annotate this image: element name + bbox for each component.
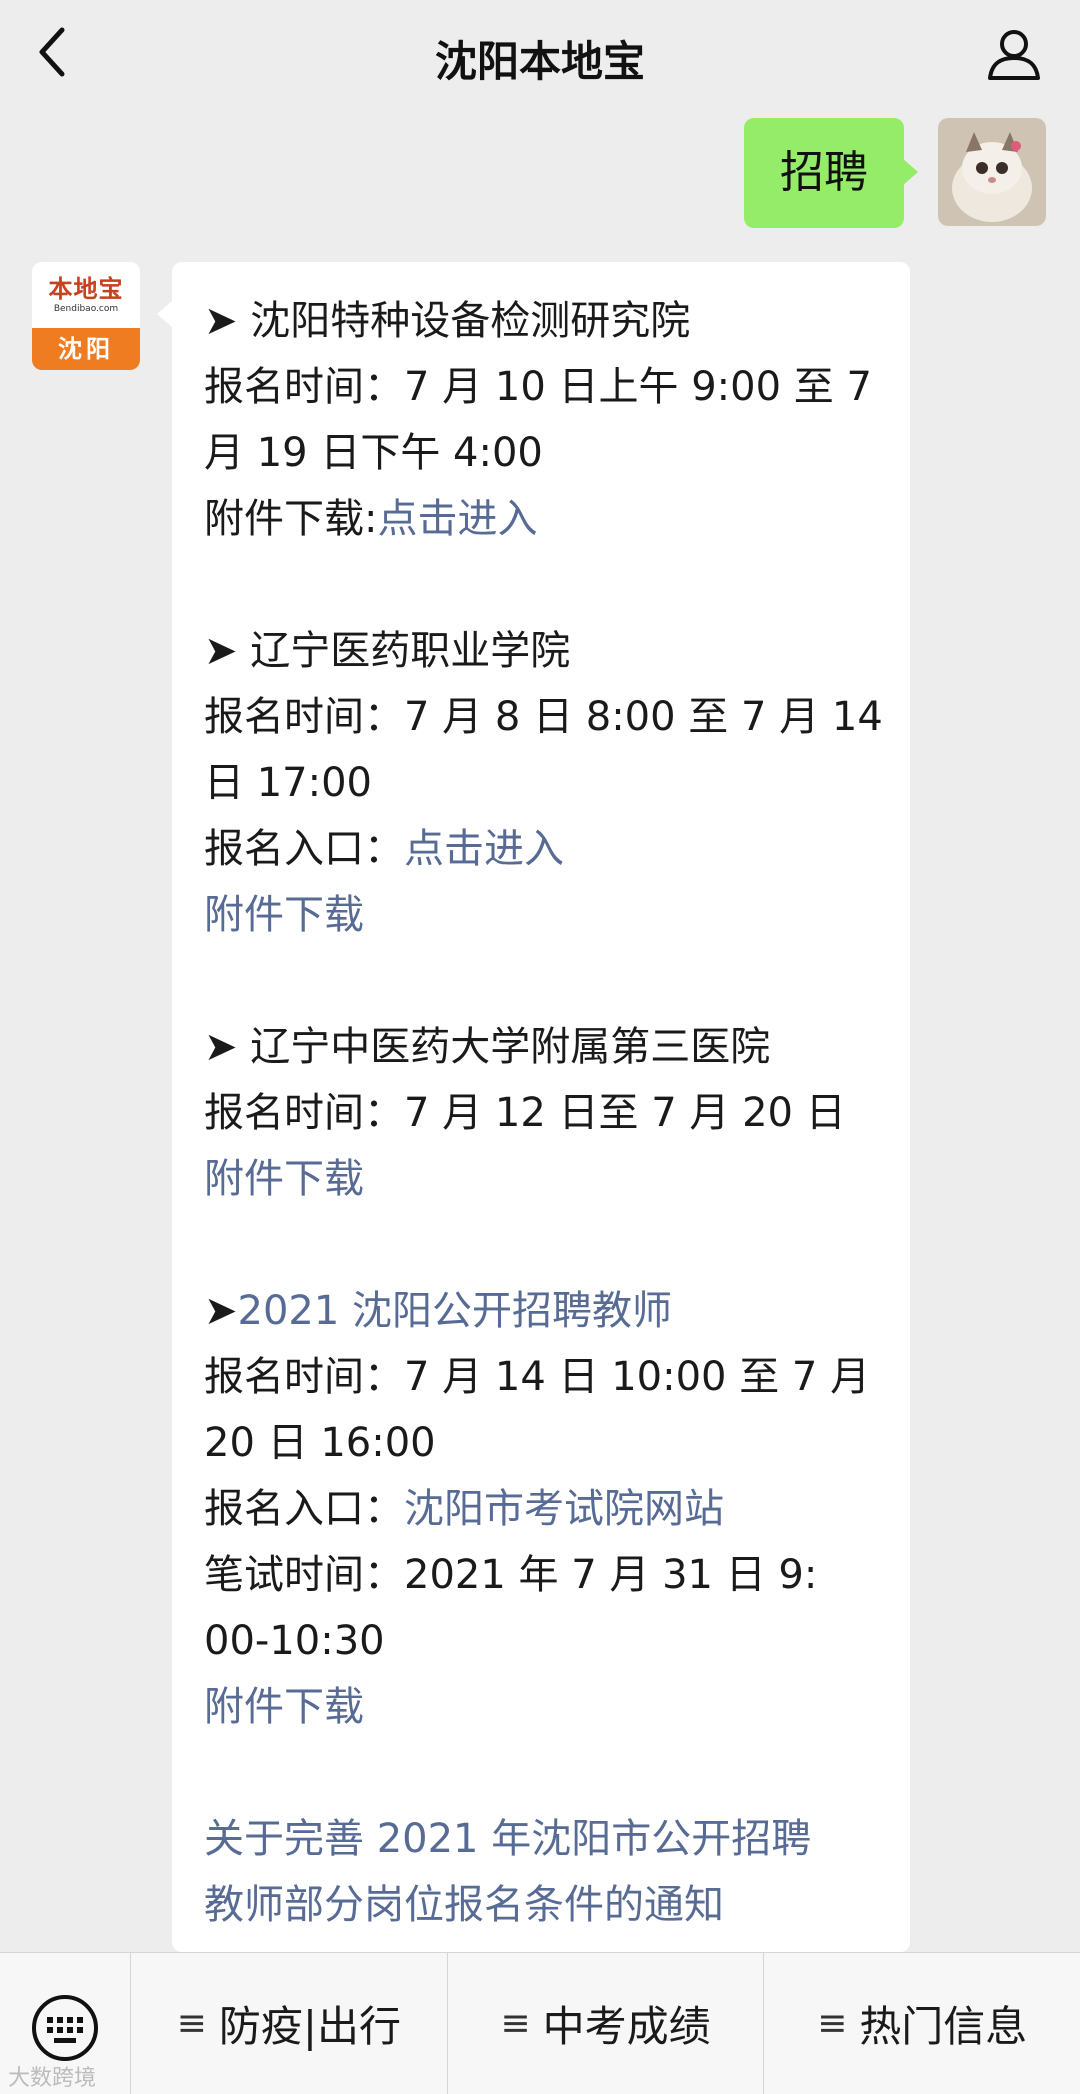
user-avatar[interactable] <box>938 118 1046 226</box>
exam-time: 笔试时间：2021 年 7 月 31 日 9: <box>204 1552 818 1598</box>
menu-item-hot-info[interactable]: ≡ 热门信息 <box>763 1953 1080 2094</box>
job-title-row: ➤2021 沈阳公开招聘教师 <box>204 1278 894 1344</box>
message-content: ➤ 沈阳特种设备检测研究院 报名时间：7 月 10 日上午 9:00 至 7 月… <box>204 288 894 1938</box>
entry-link[interactable]: 沈阳市考试院网站 <box>404 1486 724 1532</box>
menu-item-label: 中考成绩 <box>542 2002 711 2051</box>
attachment-row: 附件下载:点击进入 <box>204 486 894 552</box>
signup-time: 报名时间：7 月 14 日 10:00 至 7 月 <box>204 1354 871 1400</box>
job-title: ➤ 沈阳特种设备检测研究院 <box>204 298 691 344</box>
menu-item-epidemic-travel[interactable]: ≡ 防疫|出行 <box>130 1953 447 2094</box>
job-title-link[interactable]: 2021 沈阳公开招聘教师 <box>238 1288 673 1334</box>
job-title: ➤ 辽宁中医药大学附属第三医院 <box>204 1024 771 1070</box>
notice-link[interactable]: 教师部分岗位报名条件的通知 <box>204 1872 894 1938</box>
hamburger-icon: ≡ <box>500 2003 531 2044</box>
nav-bar: 沈阳本地宝 <box>0 0 1080 108</box>
avatar-logo: 本地宝 Bendibao.com <box>32 262 140 328</box>
menu-item-exam-scores[interactable]: ≡ 中考成绩 <box>446 1953 764 2094</box>
avatar-domain: Bendibao.com <box>53 304 119 314</box>
signup-time: 报名时间：7 月 12 日至 7 月 20 日 <box>204 1090 846 1136</box>
attachment-link[interactable]: 附件下载 <box>204 1146 894 1212</box>
hamburger-icon: ≡ <box>817 2003 848 2044</box>
signup-time: 20 日 16:00 <box>204 1420 436 1466</box>
avatar-city: 沈阳 <box>32 328 140 370</box>
menu-item-label: 防疫|出行 <box>218 2002 401 2051</box>
entry-row: 报名入口：沈阳市考试院网站 <box>204 1476 894 1542</box>
profile-icon[interactable] <box>984 24 1044 84</box>
official-account-avatar[interactable]: 本地宝 Bendibao.com 沈阳 <box>32 262 140 370</box>
bottom-menu-bar: ≡ 防疫|出行 ≡ 中考成绩 ≡ 热门信息 大数跨境 <box>0 1952 1080 2094</box>
attachment-link[interactable]: 点击进入 <box>377 496 537 542</box>
menu-items: ≡ 防疫|出行 ≡ 中考成绩 ≡ 热门信息 <box>130 1953 1080 2094</box>
hamburger-icon: ≡ <box>176 2003 207 2044</box>
job-title: ➤ 辽宁医药职业学院 <box>204 628 571 674</box>
attachment-link[interactable]: 附件下载 <box>204 1674 894 1740</box>
incoming-message-bubble: ➤ 沈阳特种设备检测研究院 报名时间：7 月 10 日上午 9:00 至 7 月… <box>172 262 910 1952</box>
entry-label: 报名入口： <box>204 826 404 872</box>
signup-time: 报名时间：7 月 10 日上午 9:00 至 7 <box>204 364 872 410</box>
entry-link[interactable]: 点击进入 <box>404 826 564 872</box>
avatar-brand: 本地宝 <box>48 275 124 303</box>
entry-row: 报名入口：点击进入 <box>204 816 894 882</box>
signup-time: 日 17:00 <box>204 760 372 806</box>
arrow-icon: ➤ <box>204 1288 238 1334</box>
entry-label: 报名入口： <box>204 1486 404 1532</box>
signup-time: 月 19 日下午 4:00 <box>204 430 543 476</box>
watermark: 大数跨境 <box>8 2066 97 2091</box>
signup-time: 报名时间：7 月 8 日 8:00 至 7 月 14 <box>204 694 883 740</box>
page-title: 沈阳本地宝 <box>434 37 645 86</box>
outgoing-message-row: 招聘 <box>446 118 1046 228</box>
outgoing-message-bubble[interactable]: 招聘 <box>744 118 918 228</box>
menu-item-label: 热门信息 <box>859 2002 1028 2051</box>
notice-link[interactable]: 关于完善 2021 年沈阳市公开招聘 <box>204 1806 894 1872</box>
keyboard-icon[interactable] <box>30 1993 100 2063</box>
attachment-link[interactable]: 附件下载 <box>204 882 894 948</box>
attachment-label: 附件下载: <box>204 496 378 542</box>
bubble-tail <box>157 300 173 328</box>
exam-time: 00-10:30 <box>204 1618 385 1664</box>
